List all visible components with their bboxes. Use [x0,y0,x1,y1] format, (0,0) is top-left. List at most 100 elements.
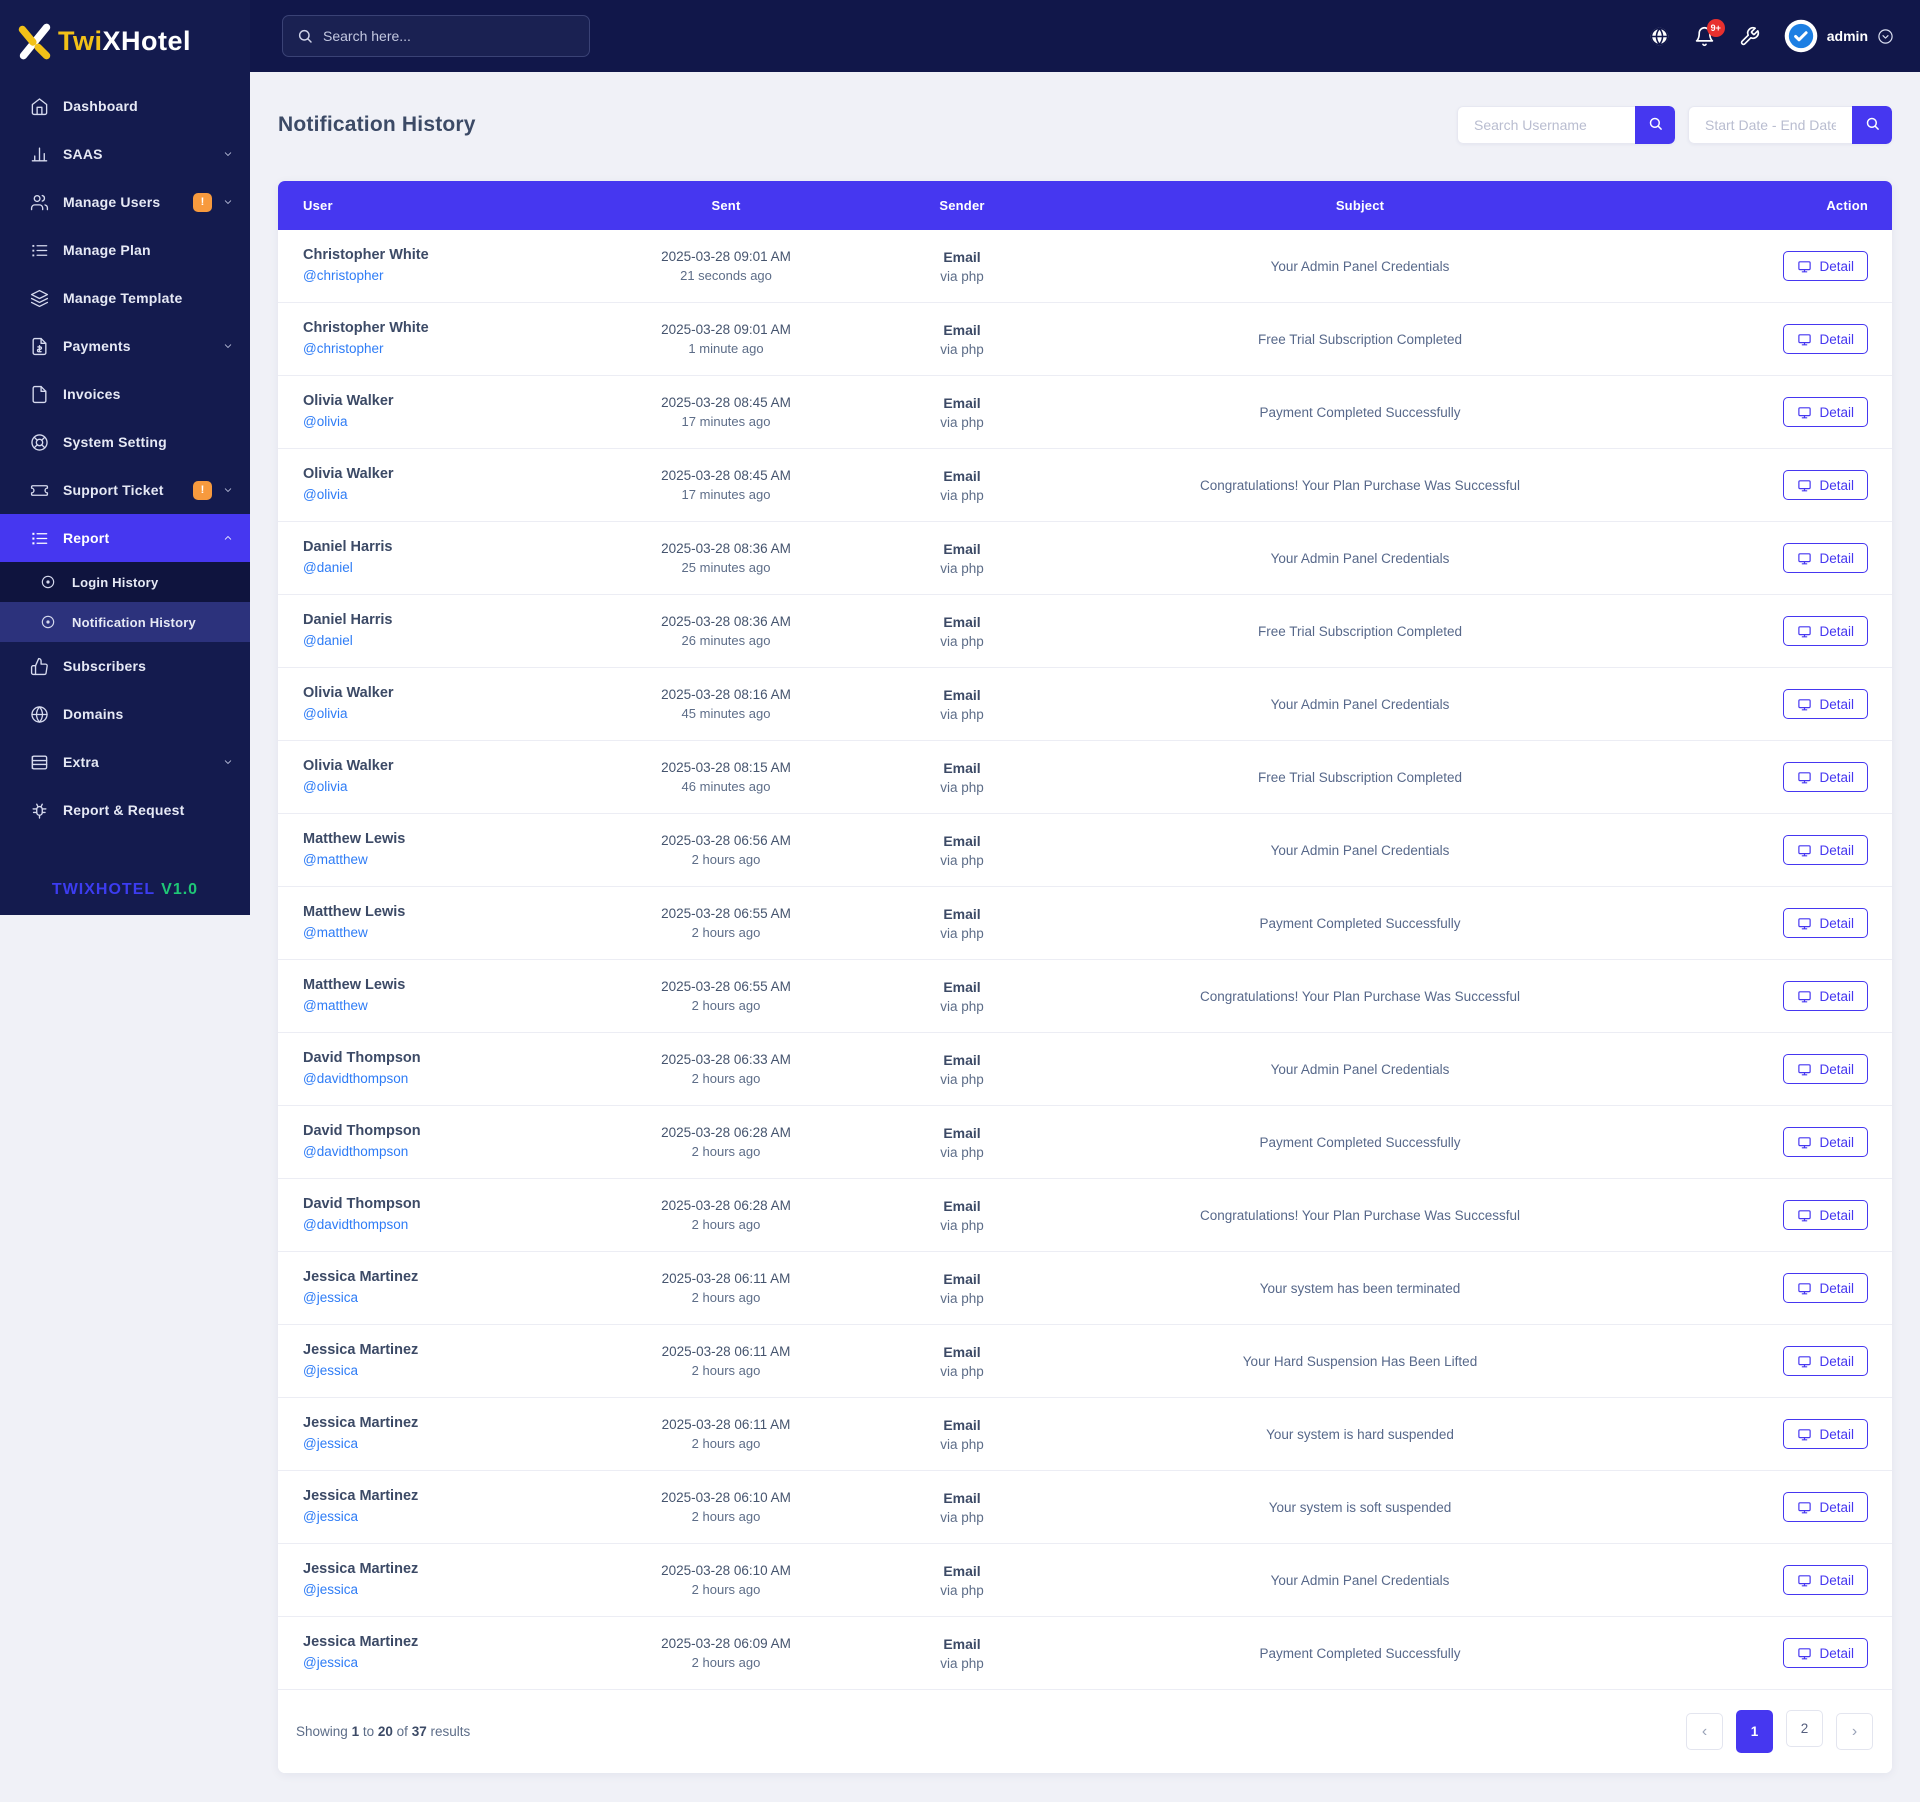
username-search-input[interactable] [1457,106,1635,144]
sidebar-item-extra[interactable]: Extra [0,738,250,786]
sidebar-item-label: Manage Plan [63,242,151,258]
table-row: Daniel Harris @daniel 2025-03-28 08:36 A… [278,522,1892,595]
detail-button-label: Detail [1819,623,1854,639]
username-link[interactable]: @matthew [303,925,368,940]
username-link[interactable]: @daniel [303,633,353,648]
globe-icon[interactable] [1649,26,1670,47]
detail-button[interactable]: Detail [1783,1273,1868,1303]
dot-circle-icon [40,574,59,590]
sent-relative-time: 2 hours ago [691,1071,761,1086]
pagination-page-1-current[interactable]: 1 [1736,1710,1773,1753]
username-link[interactable]: @olivia [303,414,347,429]
sidebar-item-manage-template[interactable]: Manage Template [0,274,250,322]
sidebar-item-report-request[interactable]: Report & Request [0,786,250,834]
table-row: Jessica Martinez @jessica 2025-03-28 06:… [278,1617,1892,1690]
table-header-row: User Sent Sender Subject Action [278,181,1892,230]
detail-button[interactable]: Detail [1783,251,1868,281]
sidebar-item-invoices[interactable]: Invoices [0,370,250,418]
date-search-button[interactable] [1852,106,1892,144]
detail-button[interactable]: Detail [1783,1054,1868,1084]
detail-button[interactable]: Detail [1783,1565,1868,1595]
sidebar-item-manage-plan[interactable]: Manage Plan [0,226,250,274]
detail-button[interactable]: Detail [1783,1492,1868,1522]
sent-date: 2025-03-28 08:36 AM [661,541,791,556]
sidebar-item-subscribers[interactable]: Subscribers [0,642,250,690]
username-link[interactable]: @jessica [303,1436,358,1451]
global-search[interactable] [282,15,590,57]
detail-button[interactable]: Detail [1783,689,1868,719]
user-menu[interactable]: admin [1784,19,1894,53]
username-link[interactable]: @jessica [303,1582,358,1597]
user-name: Jessica Martinez [303,1488,419,1504]
sidebar-item-support-ticket[interactable]: Support Ticket! [0,466,250,514]
detail-button-label: Detail [1819,769,1854,785]
sidebar-item-manage-users[interactable]: Manage Users! [0,178,250,226]
sent-relative-time: 25 minutes ago [681,560,771,575]
detail-button[interactable]: Detail [1783,981,1868,1011]
detail-button[interactable]: Detail [1783,1638,1868,1668]
table-row: Matthew Lewis @matthew 2025-03-28 06:55 … [278,960,1892,1033]
sent-date: 2025-03-28 08:45 AM [661,395,791,410]
brand-logo[interactable]: TwiXHotel [0,0,250,82]
pagination-prev-button[interactable]: ‹ [1686,1713,1723,1750]
dot-circle-icon [40,614,59,630]
username-link[interactable]: @christopher [303,341,384,356]
username-link[interactable]: @davidthompson [303,1144,408,1159]
sidebar-item-notification-history[interactable]: Notification History [0,602,250,642]
username-link[interactable]: @jessica [303,1290,358,1305]
username-link[interactable]: @matthew [303,998,368,1013]
detail-button[interactable]: Detail [1783,908,1868,938]
sidebar-item-domains[interactable]: Domains [0,690,250,738]
username-link[interactable]: @christopher [303,268,384,283]
detail-button[interactable]: Detail [1783,762,1868,792]
detail-button[interactable]: Detail [1783,835,1868,865]
username-link[interactable]: @jessica [303,1363,358,1378]
username-link[interactable]: @davidthompson [303,1217,408,1232]
date-range-input[interactable] [1688,106,1852,144]
username-link[interactable]: @olivia [303,779,347,794]
table-row: Matthew Lewis @matthew 2025-03-28 06:56 … [278,814,1892,887]
username-link[interactable]: @jessica [303,1655,358,1670]
sent-relative-time: 2 hours ago [691,925,761,940]
sender-type: Email [943,1270,981,1287]
sender-type: Email [943,394,981,411]
detail-button[interactable]: Detail [1783,1200,1868,1230]
detail-button[interactable]: Detail [1783,470,1868,500]
username-link[interactable]: @matthew [303,852,368,867]
sender-via: via php [940,1582,984,1598]
username-link[interactable]: @olivia [303,487,347,502]
sender-type: Email [943,1635,981,1652]
bell-icon[interactable]: 9+ [1694,18,1725,47]
detail-button[interactable]: Detail [1783,324,1868,354]
username-link[interactable]: @jessica [303,1509,358,1524]
sidebar-item-login-history[interactable]: Login History [0,562,250,602]
detail-button[interactable]: Detail [1783,1346,1868,1376]
sidebar-item-dashboard[interactable]: Dashboard [0,82,250,130]
detail-button[interactable]: Detail [1783,616,1868,646]
monitor-icon [1797,332,1812,347]
notification-subject: Your Admin Panel Credentials [1270,1061,1450,1077]
detail-button[interactable]: Detail [1783,397,1868,427]
username-search-button[interactable] [1635,106,1675,144]
chevron-down-icon [222,484,234,496]
wrench-icon[interactable] [1739,26,1760,47]
sidebar-item-saas[interactable]: SAAS [0,130,250,178]
pagination-next-button[interactable]: › [1836,1713,1873,1750]
detail-button[interactable]: Detail [1783,1127,1868,1157]
global-search-input[interactable] [323,28,575,44]
username-link[interactable]: @olivia [303,706,347,721]
sender-via: via php [940,1290,984,1306]
sidebar-item-payments[interactable]: Payments [0,322,250,370]
notification-subject: Congratulations! Your Plan Purchase Was … [1200,1207,1520,1223]
sent-relative-time: 26 minutes ago [681,633,771,648]
table-row: Matthew Lewis @matthew 2025-03-28 06:55 … [278,887,1892,960]
detail-button[interactable]: Detail [1783,543,1868,573]
sent-relative-time: 2 hours ago [691,1217,761,1232]
sidebar-item-system-setting[interactable]: System Setting [0,418,250,466]
detail-button[interactable]: Detail [1783,1419,1868,1449]
username-link[interactable]: @daniel [303,560,353,575]
pagination-page-2[interactable]: 2 [1786,1710,1823,1747]
sent-date: 2025-03-28 06:10 AM [661,1563,791,1578]
sidebar-item-report[interactable]: Report [0,514,250,562]
username-link[interactable]: @davidthompson [303,1071,408,1086]
